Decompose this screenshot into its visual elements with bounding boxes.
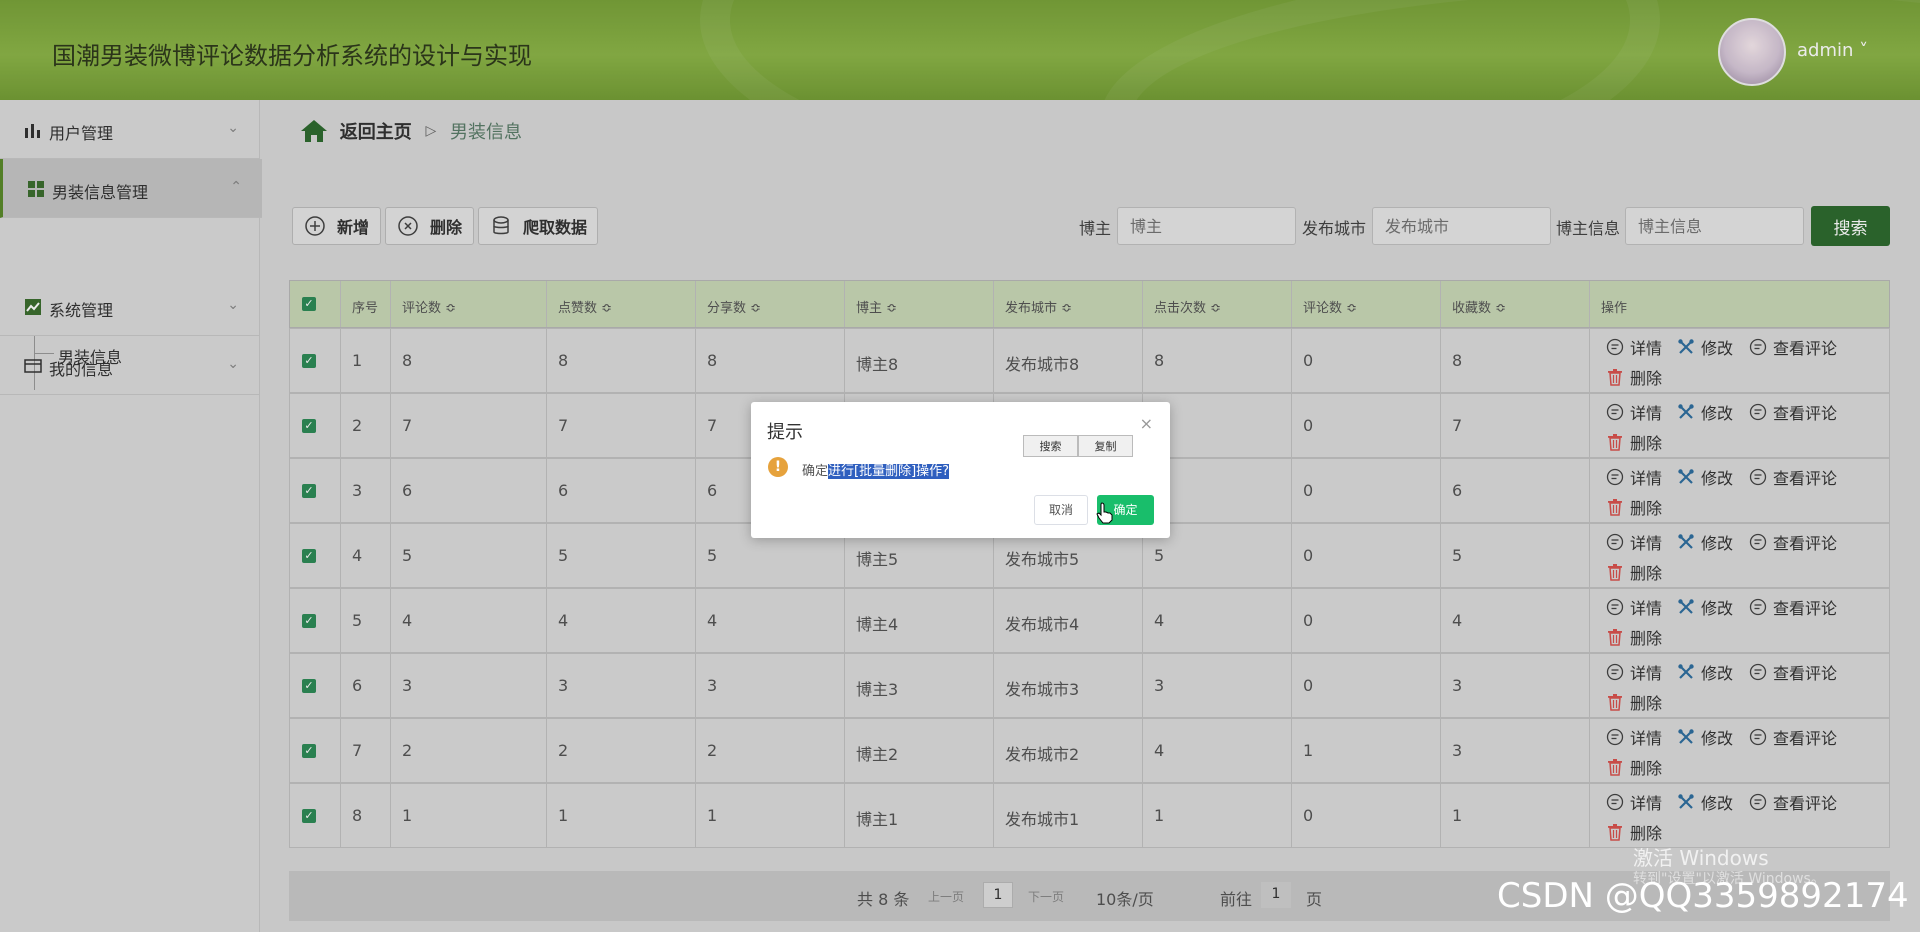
windows-watermark: 激活 Windows <box>1633 846 1769 870</box>
text-selection-toolbar: 搜索 复制 <box>1023 435 1133 457</box>
selection-search-button[interactable]: 搜索 <box>1023 435 1078 457</box>
warning-icon: ! <box>768 457 788 477</box>
selection-copy-button[interactable]: 复制 <box>1078 435 1133 457</box>
hand-cursor-icon <box>1096 502 1113 524</box>
csdn-watermark: CSDN @QQ3359892174 <box>1497 876 1909 916</box>
cancel-button[interactable]: 取消 <box>1034 495 1088 525</box>
dialog-title: 提示 <box>767 422 803 443</box>
dialog-message-prefix: 确定 <box>802 464 829 479</box>
close-icon[interactable]: × <box>1140 414 1153 433</box>
dialog-message: 确定进行[批量删除]操作? <box>802 460 950 479</box>
confirm-dialog: 提示 × 搜索 复制 ! 确定进行[批量删除]操作? 取消 确定 <box>751 402 1170 538</box>
dialog-message-selected: 进行[批量删除]操作? <box>828 464 950 479</box>
